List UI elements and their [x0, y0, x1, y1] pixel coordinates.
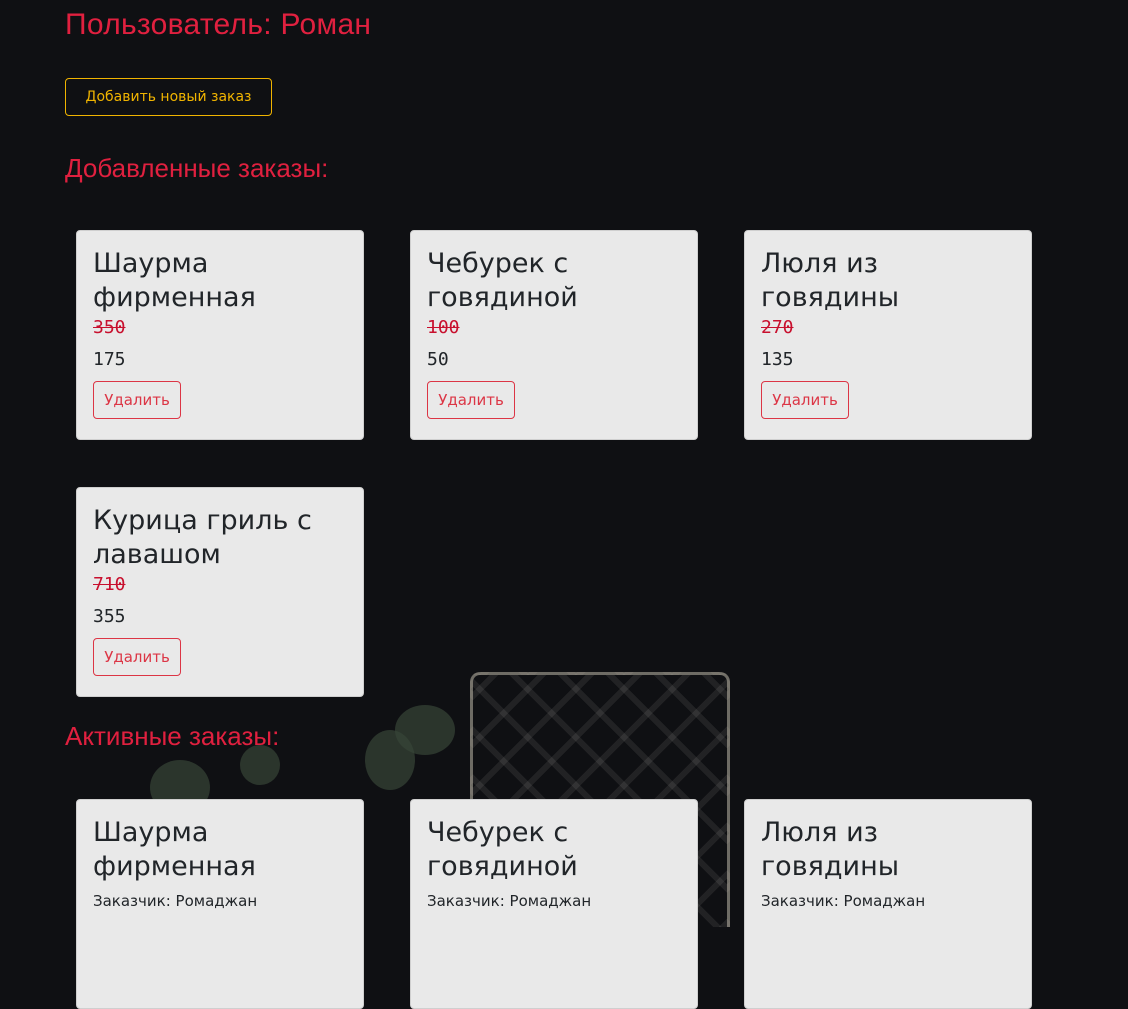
old-price: 100: [427, 317, 460, 338]
customer-label: Заказчик: Ромаджан: [427, 892, 592, 910]
page-title: Пользователь: Роман: [65, 8, 372, 41]
new-price: 135: [761, 349, 794, 370]
order-name: Шаурма фирменная: [93, 248, 256, 313]
active-orders-title: Активные заказы:: [65, 721, 280, 751]
customer-label: Заказчик: Ромаджан: [93, 892, 258, 910]
delete-button[interactable]: Удалить: [93, 638, 181, 676]
delete-button[interactable]: Удалить: [427, 381, 515, 419]
added-orders-title: Добавленные заказы:: [65, 153, 329, 183]
order-name: Чебурек с говядиной: [427, 248, 578, 313]
active-order-card: Чебурек с говядиной Заказчик: Ромаджан: [410, 799, 698, 1009]
old-price: 270: [761, 317, 794, 338]
order-name: Шаурма фирменная: [93, 817, 256, 882]
background-leaf: [365, 730, 415, 790]
order-name: Курица гриль с лавашом: [93, 505, 312, 570]
added-order-card: Люля из говядины 270 135 Удалить: [744, 230, 1032, 440]
added-order-card: Курица гриль с лавашом 710 355 Удалить: [76, 487, 364, 697]
delete-button[interactable]: Удалить: [93, 381, 181, 419]
customer-label: Заказчик: Ромаджан: [761, 892, 926, 910]
new-price: 50: [427, 349, 449, 370]
added-order-card: Шаурма фирменная 350 175 Удалить: [76, 230, 364, 440]
order-name: Чебурек с говядиной: [427, 817, 578, 882]
active-order-card: Шаурма фирменная Заказчик: Ромаджан: [76, 799, 364, 1009]
delete-button[interactable]: Удалить: [761, 381, 849, 419]
old-price: 350: [93, 317, 126, 338]
order-name: Люля из говядины: [761, 248, 900, 313]
added-order-card: Чебурек с говядиной 100 50 Удалить: [410, 230, 698, 440]
new-price: 175: [93, 349, 126, 370]
new-price: 355: [93, 606, 126, 627]
order-name: Люля из говядины: [761, 817, 900, 882]
active-order-card: Люля из говядины Заказчик: Ромаджан: [744, 799, 1032, 1009]
add-order-button[interactable]: Добавить новый заказ: [65, 78, 272, 116]
old-price: 710: [93, 574, 126, 595]
